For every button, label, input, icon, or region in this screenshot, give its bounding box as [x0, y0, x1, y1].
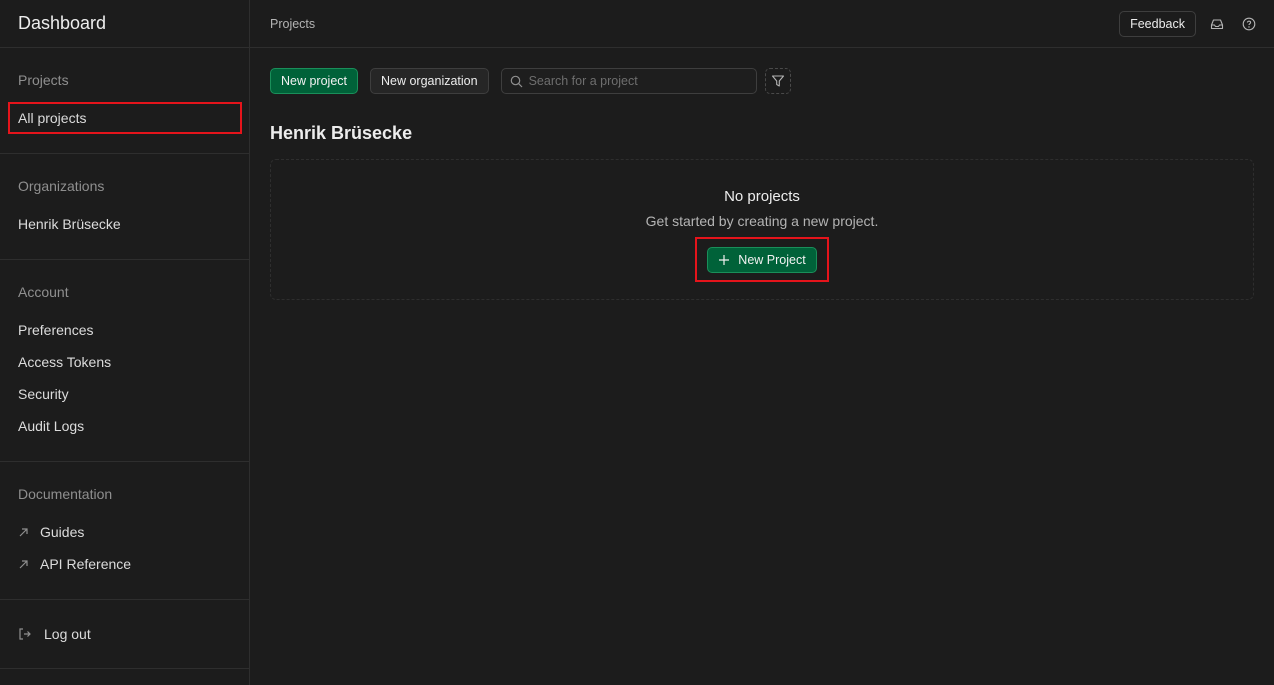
empty-state-subtitle: Get started by creating a new project. — [645, 213, 879, 229]
feedback-button[interactable]: Feedback — [1119, 10, 1196, 37]
topbar-actions: Feedback — [1119, 10, 1260, 37]
topbar: Projects Feedback — [250, 0, 1274, 48]
sidebar-item-preferences[interactable]: Preferences — [0, 314, 249, 346]
project-search[interactable] — [500, 68, 757, 94]
plus-icon — [718, 254, 730, 266]
sidebar-item-access-tokens[interactable]: Access Tokens — [0, 346, 249, 378]
sidebar-header: Dashboard — [0, 0, 249, 48]
section-title-account: Account — [18, 284, 69, 300]
main-content: Projects Feedback New project New organi… — [250, 0, 1274, 685]
sidebar-item-audit-logs[interactable]: Audit Logs — [0, 410, 249, 442]
search-input[interactable] — [528, 74, 749, 88]
help-icon[interactable] — [1238, 13, 1260, 35]
external-link-icon — [18, 527, 32, 538]
search-icon — [510, 75, 523, 88]
inbox-icon[interactable] — [1206, 13, 1228, 35]
app-title: Dashboard — [18, 13, 107, 33]
section-title-documentation: Documentation — [18, 486, 113, 502]
new-organization-button[interactable]: New organization — [370, 68, 489, 94]
breadcrumb: Projects — [270, 16, 316, 31]
projects-section: Projects All projects — [0, 48, 249, 154]
logout-section: Log out — [0, 600, 249, 669]
logout-button[interactable]: Log out — [0, 618, 249, 650]
create-new-project-button[interactable]: New Project — [707, 246, 817, 273]
empty-projects-panel: No projects Get started by creating a ne… — [270, 159, 1254, 300]
filter-icon — [771, 74, 785, 88]
projects-content: New project New organization Henrik Brüs… — [250, 48, 1274, 300]
external-link-icon — [18, 559, 32, 570]
empty-state-title: No projects — [724, 188, 800, 205]
sidebar-item-guides[interactable]: Guides — [0, 516, 249, 548]
logout-icon — [18, 627, 32, 641]
app: Dashboard Projects All projects Organiza… — [0, 0, 1274, 685]
logout-label: Log out — [44, 626, 91, 642]
sidebar-item-all-projects[interactable]: All projects — [8, 102, 242, 134]
new-project-highlight: New Project — [695, 237, 829, 282]
new-project-button[interactable]: New project — [270, 68, 358, 94]
section-title-organizations: Organizations — [18, 178, 105, 194]
sidebar-item-api-reference-label: API Reference — [40, 556, 132, 572]
sidebar-item-guides-label: Guides — [40, 524, 85, 540]
sidebar: Dashboard Projects All projects Organiza… — [0, 0, 250, 685]
documentation-section: Documentation Guides API Reference — [0, 462, 249, 600]
filter-button[interactable] — [764, 68, 791, 94]
create-new-project-label: New Project — [738, 252, 806, 267]
sidebar-item-henrik-bruesecke[interactable]: Henrik Brüsecke — [0, 208, 249, 240]
section-title-projects: Projects — [18, 72, 69, 88]
sidebar-item-security[interactable]: Security — [0, 378, 249, 410]
projects-toolbar: New project New organization — [270, 68, 1254, 94]
sidebar-item-api-reference[interactable]: API Reference — [0, 548, 249, 580]
organization-heading: Henrik Brüsecke — [270, 123, 413, 143]
organizations-section: Organizations Henrik Brüsecke — [0, 154, 249, 260]
account-section: Account Preferences Access Tokens Securi… — [0, 260, 249, 462]
